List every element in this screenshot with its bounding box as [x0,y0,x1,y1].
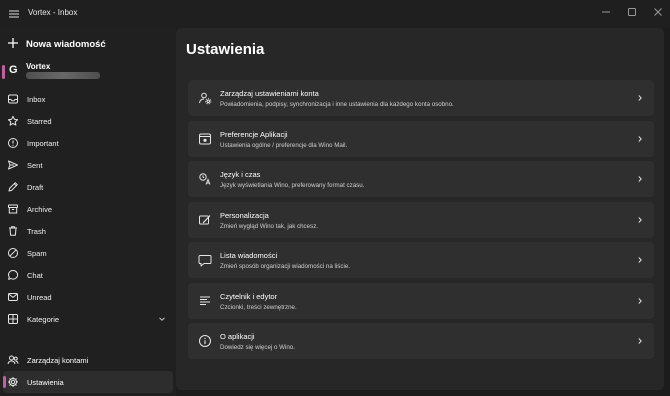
settings-card-title: Język i czas [220,170,261,179]
draft-icon [7,181,19,193]
sidebar-item-sent[interactable]: Sent [0,154,176,176]
chevron-down-icon[interactable] [158,315,166,323]
page-title: Ustawienia [186,41,265,58]
account-avatar: G [9,64,18,76]
settings-list: Zarządzaj ustawieniami konta Powiadomien… [188,80,654,364]
settings-card-account[interactable]: Zarządzaj ustawieniami konta Powiadomien… [188,80,654,116]
sidebar-item-label: Zarządzaj kontami [27,356,89,365]
settings-card-title: Preferencje Aplikacji [220,129,288,139]
settings-card-title: Czytelnik i edytor [220,291,278,301]
settings-card-title: Zarządzaj ustawieniami konta [220,89,319,98]
new-mail-button[interactable]: Nowa wiadomość [6,34,166,54]
folder-list: Inbox Starred Important Sent Draft Archi… [0,88,176,330]
plus-icon [6,36,20,50]
info-icon [198,334,212,348]
sidebar-item-label: Inbox [27,95,46,104]
sidebar-item-label: Chat [27,271,43,280]
sidebar-item-label: Trash [27,227,46,236]
minimize-button[interactable] [598,4,614,20]
send-icon [7,159,19,171]
chevron-right-icon [636,216,644,224]
new-mail-label: Nowa wiadomość [26,39,106,50]
account-email-redacted [26,72,100,79]
sidebar-bottom-nav: Zarządzaj kontami Ustawienia [0,349,176,393]
close-button[interactable] [650,4,666,20]
settings-card-subtitle: Dowiedz się więcej o Wino. [220,344,295,351]
sidebar-item-label: Important [27,139,59,148]
maximize-button[interactable] [624,4,640,20]
language-icon [198,172,212,186]
settings-card-title: O aplikacji [220,332,255,341]
sidebar-item-archive[interactable]: Archive [0,198,176,220]
important-icon [7,137,19,149]
chevron-right-icon [636,175,644,183]
settings-card-app-preferences[interactable]: Preferencje Aplikacji Ustawienia ogólne … [188,120,654,157]
account-settings-icon [198,91,212,105]
sidebar-item-starred[interactable]: Starred [0,110,176,132]
sidebar-item-inbox[interactable]: Inbox [0,88,176,110]
settings-card-title: Personalizacja [220,210,269,220]
chevron-right-icon [636,135,644,143]
settings-card-subtitle: Powiadomienia, podpisy, synchronizacja i… [220,101,454,108]
sidebar-item-label: Archive [27,205,53,214]
personalization-icon [198,213,212,227]
spam-icon [7,247,19,259]
sidebar-item-settings[interactable]: Ustawienia [3,371,173,393]
message-list-icon [198,253,212,267]
settings-card-title: Lista wiadomości [220,251,278,260]
chevron-right-icon [636,256,644,264]
account-name: Vortex [26,62,51,71]
archive-icon [7,203,19,215]
star-icon [7,115,19,127]
category-icon [7,313,19,325]
settings-card-subtitle: Zmień wygląd Wino tak, jak chcesz. [220,222,319,230]
chat-icon [7,269,19,281]
sidebar-item-label: Unread [27,293,52,302]
sidebar: Nowa wiadomość G Vortex Inbox Starred Im… [0,28,176,396]
sidebar-item-draft[interactable]: Draft [0,176,176,198]
sidebar-item-label: Spam [27,249,47,258]
settings-card-reader-editor[interactable]: Czytelnik i edytor Czcionki, treści zewn… [188,282,654,319]
settings-card-personalization[interactable]: Personalizacja Zmień wygląd Wino tak, ja… [188,201,654,238]
window-title: Vortex - Inbox [28,8,78,17]
sidebar-item-label: Sent [27,161,43,170]
gear-icon [7,376,19,388]
sidebar-item-label: Draft [27,183,44,192]
chevron-right-icon [636,337,644,345]
app-preferences-icon [198,132,212,146]
settings-card-message-list[interactable]: Lista wiadomości Zmień sposób organizacj… [188,242,654,278]
settings-card-subtitle: Zmień sposób organizacji wiadomości na l… [220,263,350,270]
sidebar-item-unread[interactable]: Unread [0,286,176,308]
sidebar-item-spam[interactable]: Spam [0,242,176,264]
settings-card-subtitle: Język wyświetlania Wino, preferowany for… [220,182,365,189]
hamburger-menu-icon[interactable] [6,6,22,22]
sidebar-item-trash[interactable]: Trash [0,220,176,242]
sidebar-item-label: Kategorie [27,315,60,324]
trash-icon [7,225,19,237]
reader-icon [198,294,212,308]
sidebar-item-kategorie[interactable]: Kategorie [0,308,176,330]
unread-icon [7,291,19,303]
settings-card-about[interactable]: O aplikacji Dowiedz się więcej o Wino. [188,323,654,359]
chevron-right-icon [636,297,644,305]
people-icon [7,354,19,366]
settings-card-language-time[interactable]: Język i czas Język wyświetlania Wino, pr… [188,161,654,197]
sidebar-item-chat[interactable]: Chat [0,264,176,286]
settings-panel: Ustawienia Zarządzaj ustawieniami konta … [176,28,664,390]
sidebar-item-manage-accounts[interactable]: Zarządzaj kontami [0,349,176,371]
settings-card-subtitle: Czcionki, treści zewnętrzne. [220,303,297,311]
account-item[interactable]: G Vortex [0,58,176,86]
selection-indicator [3,376,6,388]
inbox-icon [7,93,19,105]
sidebar-item-important[interactable]: Important [0,132,176,154]
sidebar-item-label: Ustawienia [27,378,64,387]
settings-card-subtitle: Ustawienia ogólne / preferencje dla Wino… [220,141,348,149]
sidebar-item-label: Starred [27,117,52,126]
chevron-right-icon [636,94,644,102]
title-bar: Vortex - Inbox [0,0,670,28]
selection-indicator [2,65,5,79]
